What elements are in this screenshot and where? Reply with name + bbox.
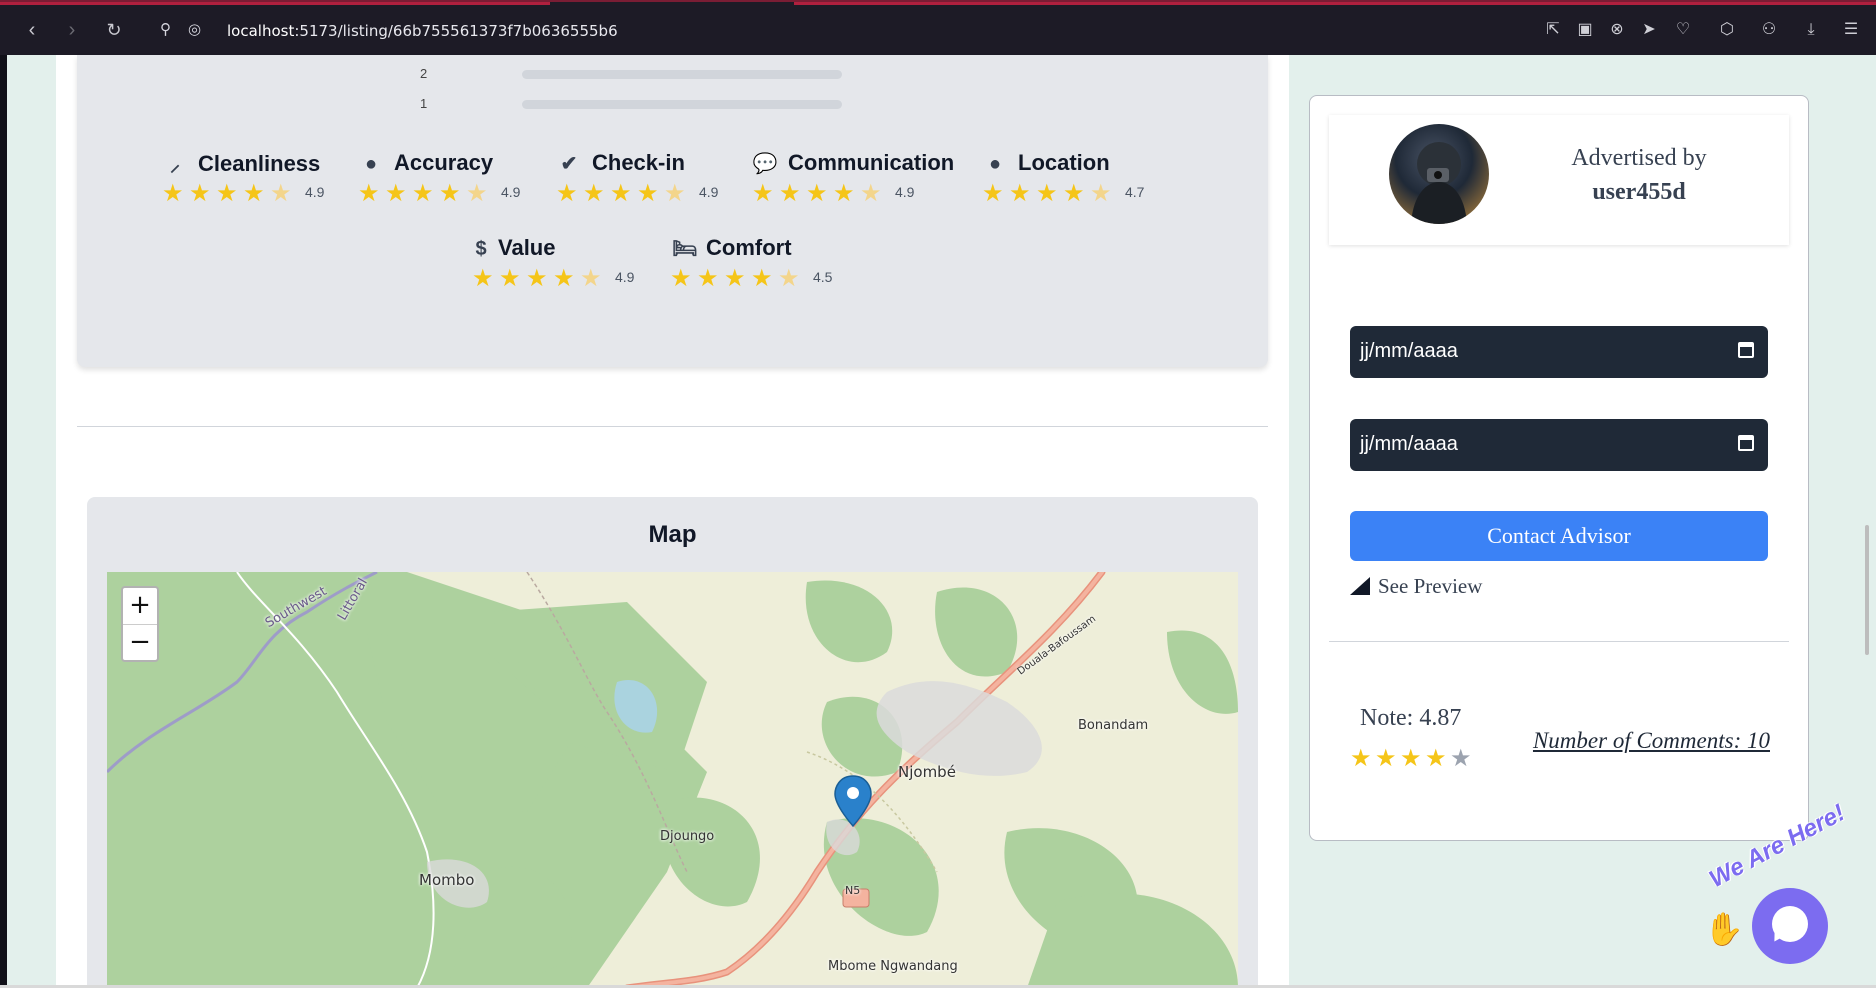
- star-rating: ★ ★ ★ ★ ★ 4.9: [752, 180, 915, 207]
- rating-bar: [522, 70, 842, 79]
- zoom-out-button[interactable]: −: [123, 625, 157, 661]
- share-icon[interactable]: ⇱: [1542, 19, 1564, 41]
- map-pin-icon: ●: [364, 153, 378, 175]
- url-text[interactable]: localhost:5173/listing/66b755561373f7b06…: [227, 22, 618, 40]
- category-value: 4.9: [305, 184, 325, 200]
- site-info-icon[interactable]: ⚲: [160, 20, 171, 38]
- scrollbar[interactable]: [1865, 525, 1869, 655]
- user-icon[interactable]: ⚇: [1758, 19, 1780, 41]
- rating-bar: [522, 100, 842, 109]
- calendar-icon[interactable]: [1738, 342, 1754, 358]
- category-value: 4.5: [813, 269, 833, 285]
- contact-advisor-button[interactable]: Contact Advisor: [1350, 511, 1768, 561]
- reload-icon[interactable]: ↻: [102, 18, 126, 42]
- broom-icon: ⸝: [170, 154, 180, 176]
- camera-icon[interactable]: ▣: [1574, 19, 1596, 41]
- category-value: 4.9: [501, 184, 521, 200]
- browser-toolbar: ‹ › ↻ ⚲ ◎ localhost:5173/listing/66b7555…: [0, 0, 1876, 55]
- category-label: Check-in: [592, 150, 685, 175]
- advertiser-username[interactable]: user455d: [1529, 179, 1749, 206]
- category-value: 4.9: [615, 269, 635, 285]
- chat-button[interactable]: [1752, 888, 1828, 964]
- advertised-by-label: Advertised by: [1571, 145, 1707, 171]
- star-icon: ★: [1425, 745, 1447, 772]
- cube-icon[interactable]: ⬡: [1716, 19, 1738, 41]
- star-rating: ★ ★ ★ ★ ★ 4.7: [982, 180, 1145, 207]
- end-date-input[interactable]: jj/mm/aaaa: [1350, 419, 1768, 471]
- map-label: Mbome Ngwandang: [828, 959, 958, 974]
- dollar-icon: $: [475, 238, 487, 260]
- category-label: Comfort: [706, 235, 792, 260]
- map-label: Njombé: [898, 763, 956, 781]
- back-icon[interactable]: ‹: [20, 18, 44, 42]
- page-edge: [0, 55, 7, 988]
- avatar-image: [1411, 142, 1467, 224]
- avatar: [1389, 124, 1489, 224]
- download-icon[interactable]: ⤓: [1800, 19, 1822, 41]
- category-label: Cleanliness: [198, 151, 321, 176]
- see-preview-link[interactable]: See Preview: [1350, 574, 1482, 599]
- star-rating: ★ ★ ★ ★ ★ 4.9: [556, 180, 719, 207]
- zoom-in-button[interactable]: +: [123, 588, 157, 624]
- sidebar-divider: [1329, 641, 1789, 642]
- advertiser-box: Advertised by user455d: [1329, 115, 1789, 245]
- star-icon: ★: [1350, 745, 1372, 772]
- section-divider: [77, 426, 1268, 427]
- rating-bar-label: 1: [420, 96, 428, 111]
- date-placeholder: jj/mm/aaaa: [1360, 433, 1458, 455]
- star-icon: ★: [1450, 745, 1472, 772]
- rating-bar-label: 2: [420, 66, 428, 81]
- calendar-icon[interactable]: [1738, 435, 1754, 451]
- booking-card: Advertised by user455d jj/mm/aaaa jj/mm/…: [1309, 95, 1809, 841]
- star-rating: ★ ★ ★ ★ ★ 4.9: [162, 180, 325, 207]
- category-label: Accuracy: [394, 150, 494, 175]
- category-value: 4.9: [699, 184, 719, 200]
- tab-indicator: [794, 2, 1876, 5]
- category-label: Communication: [788, 150, 955, 175]
- map-label: Djoungo: [660, 829, 715, 844]
- chat-icon: 💬: [752, 153, 778, 175]
- star-icon: ★: [1375, 745, 1397, 772]
- waving-hand-icon: ✋: [1704, 911, 1744, 947]
- star-rating: ★ ★ ★ ★ ★ 4.9: [358, 180, 521, 207]
- preview-icon: [1350, 577, 1370, 595]
- block-icon[interactable]: ⊗: [1606, 19, 1628, 41]
- category-label: Location: [1018, 150, 1110, 175]
- globe-icon: ◎: [188, 21, 202, 38]
- bed-icon: 🛏: [672, 238, 698, 260]
- map-label: Mombo: [419, 871, 475, 889]
- see-preview-label: See Preview: [1378, 574, 1483, 598]
- forward-icon[interactable]: ›: [60, 18, 84, 42]
- map-pin-icon: ●: [988, 153, 1002, 175]
- note-label: Note: 4.87: [1360, 705, 1462, 731]
- menu-icon[interactable]: ☰: [1840, 19, 1862, 41]
- heart-icon[interactable]: ♡: [1672, 19, 1694, 41]
- star-rating: ★ ★ ★ ★ ★ 4.5: [670, 265, 833, 292]
- address-bar[interactable]: ⚲ ◎ localhost:5173/listing/66b755561373f…: [160, 14, 760, 46]
- map-title: Map: [648, 521, 697, 548]
- tab-indicator: [0, 2, 550, 5]
- category-value: 4.7: [1125, 184, 1145, 200]
- map-label: N5: [845, 884, 861, 897]
- star-rating: ★ ★ ★ ★ ★ 4.9: [472, 265, 635, 292]
- start-date-input[interactable]: jj/mm/aaaa: [1350, 326, 1768, 378]
- category-label: Value: [498, 235, 556, 260]
- note-star-rating: ★ ★ ★ ★ ★: [1350, 747, 1475, 771]
- comments-link[interactable]: Number of Comments: 10: [1510, 728, 1770, 754]
- star-icon: ★: [1400, 745, 1422, 772]
- check-circle-icon: ✔: [560, 153, 578, 175]
- zoom-control: + −: [121, 586, 159, 662]
- send-icon[interactable]: ➤: [1638, 19, 1660, 41]
- date-placeholder: jj/mm/aaaa: [1360, 340, 1458, 362]
- category-value: 4.9: [895, 184, 915, 200]
- map-label: Bonandam: [1078, 718, 1149, 733]
